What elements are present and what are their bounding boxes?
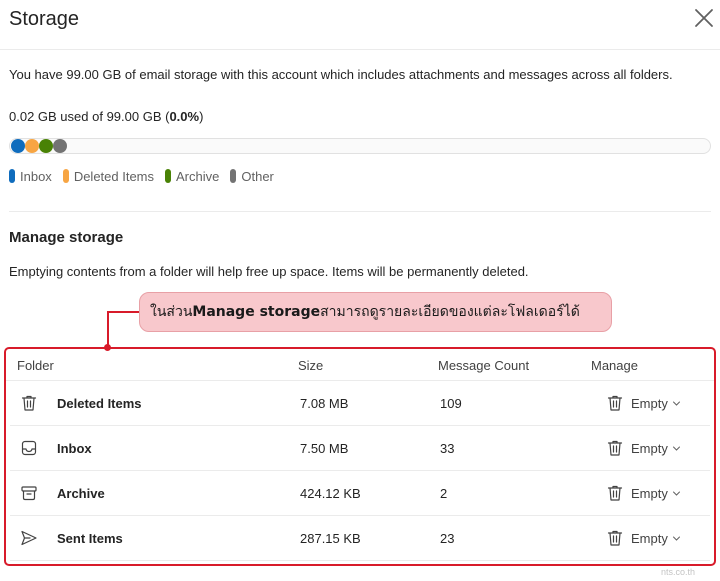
chevron-down-icon xyxy=(672,401,680,406)
table-header: Folder Size Message Count Manage xyxy=(6,349,714,381)
inbox-icon xyxy=(21,440,37,456)
chevron-down-icon xyxy=(672,536,680,541)
trash-icon xyxy=(607,530,623,546)
table-row: Sent Items 287.15 KB 23 Empty xyxy=(10,516,710,561)
manage-storage-title: Manage storage xyxy=(9,229,124,246)
folder-size: 424.12 KB xyxy=(300,486,361,501)
folder-size: 7.08 MB xyxy=(300,396,349,411)
folder-message-count: 23 xyxy=(440,531,455,546)
manage-storage-description: Emptying contents from a folder will hel… xyxy=(9,264,529,279)
storage-legend: Inbox Deleted Items Archive Other xyxy=(9,168,285,184)
legend-item-deleted-items: Deleted Items xyxy=(62,169,154,184)
chevron-down-icon xyxy=(672,491,680,496)
usage-segment-inbox xyxy=(11,139,25,153)
watermark: nts.co.th xyxy=(661,567,696,577)
legend-item-other: Other xyxy=(230,169,274,184)
section-divider xyxy=(9,211,711,212)
archive-icon xyxy=(21,486,37,501)
column-header-folder: Folder xyxy=(17,358,54,373)
trash-icon xyxy=(21,395,37,411)
folder-name: Deleted Items xyxy=(57,396,142,411)
folder-storage-table: Folder Size Message Count Manage Deleted… xyxy=(4,347,716,566)
dialog-title: Storage xyxy=(9,8,80,30)
empty-inbox-button[interactable]: Empty xyxy=(606,437,688,459)
legend-swatch xyxy=(62,169,69,183)
legend-item-inbox: Inbox xyxy=(9,169,52,184)
trash-icon xyxy=(607,440,623,456)
folder-size: 7.50 MB xyxy=(300,441,349,456)
storage-usage-bar xyxy=(9,138,711,154)
column-header-manage: Manage xyxy=(591,358,638,373)
usage-segment-other xyxy=(53,139,67,153)
callout-leader-line xyxy=(107,311,140,348)
annotation-callout: ในส่วน Manage storage สามารถดูรายละเอียด… xyxy=(139,292,612,332)
dialog-header: Storage xyxy=(0,0,720,50)
usage-segment-archive xyxy=(39,139,53,153)
empty-deleted-items-button[interactable]: Empty xyxy=(606,392,688,414)
table-row: Inbox 7.50 MB 33 Empty xyxy=(10,426,710,471)
legend-swatch xyxy=(9,169,15,183)
folder-name: Sent Items xyxy=(57,531,123,546)
table-row: Deleted Items 7.08 MB 109 Empty xyxy=(10,381,710,426)
folder-message-count: 109 xyxy=(440,396,462,411)
table-row: Archive 424.12 KB 2 Empty xyxy=(10,471,710,516)
folder-message-count: 33 xyxy=(440,441,455,456)
trash-icon xyxy=(607,395,623,411)
close-icon[interactable] xyxy=(693,7,715,29)
empty-archive-button[interactable]: Empty xyxy=(606,482,688,504)
storage-used-percent: 0.0% xyxy=(169,109,200,124)
folder-name: Inbox xyxy=(57,441,92,456)
chevron-down-icon xyxy=(672,446,680,451)
folder-message-count: 2 xyxy=(440,486,448,501)
send-icon xyxy=(21,530,37,546)
empty-sent-items-button[interactable]: Empty xyxy=(606,527,688,549)
storage-used-text: 0.02 GB used of 99.00 GB (0.0%) xyxy=(9,109,204,124)
legend-item-archive: Archive xyxy=(165,169,219,184)
folder-size: 287.15 KB xyxy=(300,531,361,546)
legend-swatch xyxy=(165,169,172,183)
storage-description: You have 99.00 GB of email storage with … xyxy=(9,67,673,82)
trash-icon xyxy=(607,485,623,501)
column-header-message-count: Message Count xyxy=(438,358,530,373)
usage-segment-deleted-items xyxy=(25,139,39,153)
folder-name: Archive xyxy=(57,486,105,501)
legend-swatch xyxy=(230,169,237,183)
column-header-size: Size xyxy=(298,358,324,373)
